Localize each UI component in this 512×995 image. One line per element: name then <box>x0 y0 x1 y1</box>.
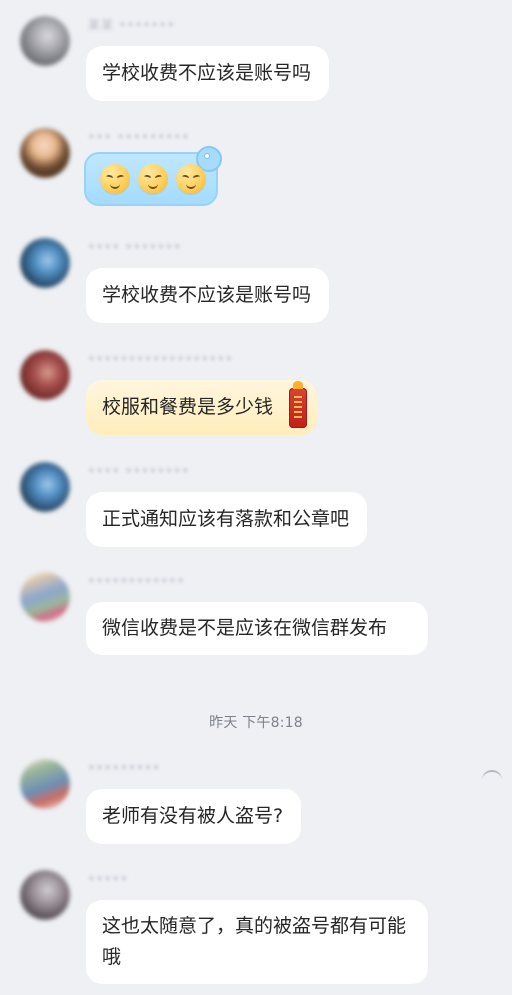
message-bubble[interactable]: 这也太随意了，真的被盗号都有可能哦 <box>86 900 428 984</box>
chat-message: 某某 ••••••• 学校收费不应该是账号吗 <box>0 14 512 104</box>
message-text: 老师有没有被人盗号? <box>102 805 284 827</box>
chat-message: ••••••••• 老师有没有被人盗号? <box>0 757 512 847</box>
sticker-bubble[interactable] <box>84 146 222 206</box>
avatar[interactable] <box>20 462 70 512</box>
message-bubble[interactable]: 老师有没有被人盗号? <box>86 789 302 844</box>
sender-name: •••••••••••••••••• <box>88 352 234 366</box>
chat-message: •••• •••••••• 正式通知应该有落款和公章吧 <box>0 460 512 550</box>
message-text: 校服和餐费是多少钱 <box>102 396 274 418</box>
smiling-face-icon <box>176 164 206 194</box>
chat-message: •••• ••••••• 学校收费不应该是账号吗 <box>0 236 512 326</box>
sender-name: ••••• <box>88 872 129 886</box>
message-text: 这也太随意了，真的被盗号都有可能哦 <box>102 915 407 968</box>
timestamp: 昨天 下午8:18 <box>209 715 303 731</box>
message-text: 微信收费是不是应该在微信群发布 <box>102 617 388 639</box>
sender-name: •••• ••••••• <box>88 240 182 254</box>
message-text: 学校收费不应该是账号吗 <box>102 62 312 84</box>
sender-name: ••••••••• <box>88 761 161 775</box>
smiling-face-icon <box>100 164 130 194</box>
sender-name: •••• •••••••• <box>88 464 190 478</box>
sender-name: •••••••••••• <box>88 574 185 588</box>
message-text: 学校收费不应该是账号吗 <box>102 284 312 306</box>
message-bubble[interactable]: 微信收费是不是应该在微信群发布 <box>86 602 428 655</box>
sender-name: ••• ••••••••• <box>88 130 190 144</box>
message-text: 正式通知应该有落款和公章吧 <box>102 508 350 530</box>
message-bubble[interactable]: 校服和餐费是多少钱 <box>86 380 318 435</box>
avatar[interactable] <box>20 870 70 920</box>
message-bubble[interactable]: 正式通知应该有落款和公章吧 <box>86 492 368 547</box>
chat-message: ••••• 这也太随意了，真的被盗号都有可能哦 <box>0 868 512 993</box>
avatar[interactable] <box>20 128 70 178</box>
avatar[interactable] <box>20 16 70 66</box>
sender-name: 某某 ••••••• <box>88 18 176 32</box>
message-bubble[interactable]: 学校收费不应该是账号吗 <box>86 46 330 101</box>
avatar[interactable] <box>20 350 70 400</box>
message-bubble[interactable]: 学校收费不应该是账号吗 <box>86 268 330 323</box>
smiling-face-icon <box>138 164 168 194</box>
chat-message: ••• ••••••••• <box>0 126 512 226</box>
emoji-row <box>100 164 206 194</box>
chat-message: •••••••••••• 微信收费是不是应该在微信群发布 <box>0 570 512 690</box>
avatar[interactable] <box>20 759 70 809</box>
avatar[interactable] <box>20 238 70 288</box>
firecracker-icon <box>289 381 308 428</box>
chat-message: •••••••••••••••••• 校服和餐费是多少钱 <box>0 348 512 448</box>
avatar[interactable] <box>20 572 70 622</box>
